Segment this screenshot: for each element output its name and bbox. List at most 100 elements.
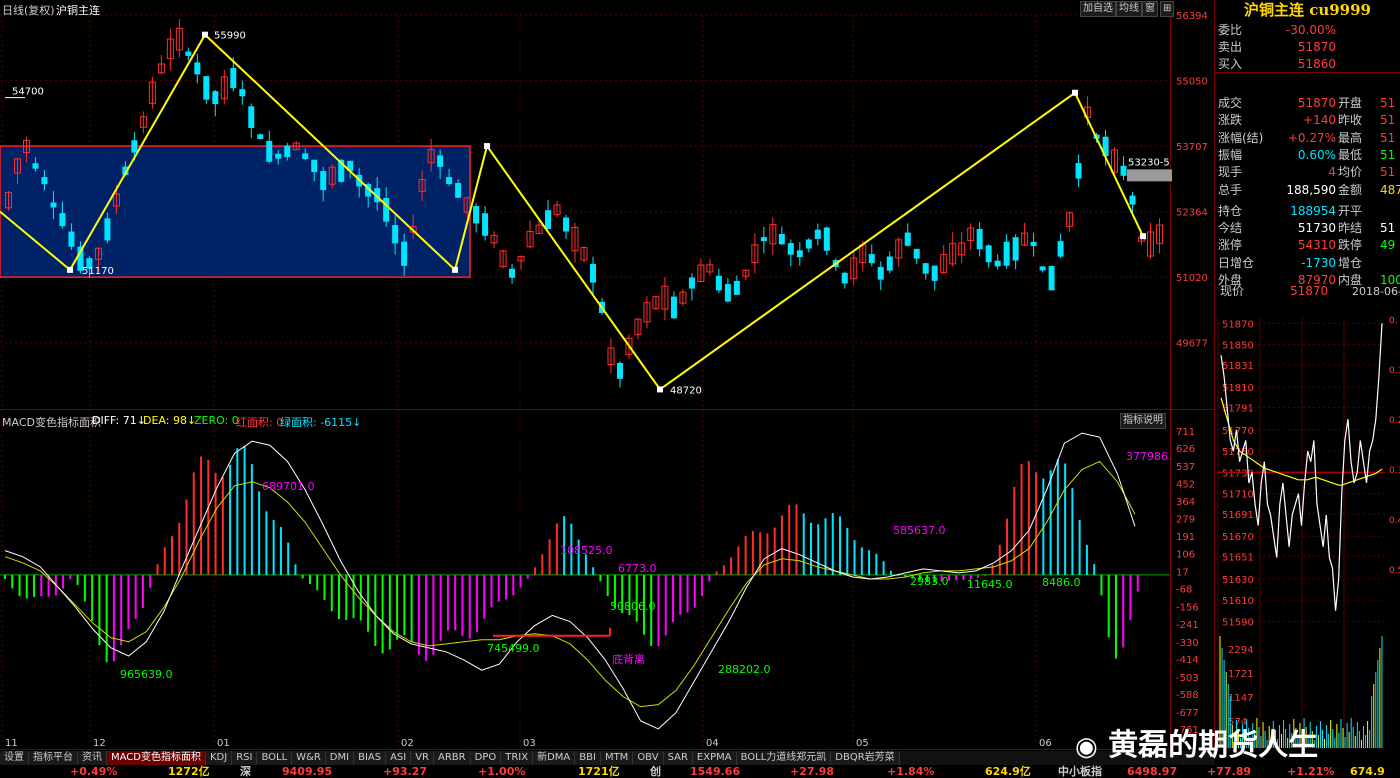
tab-indicator[interactable]: 新DMA xyxy=(533,751,576,765)
intraday-layer[interactable]: 5187051850518315181051791517705175051730… xyxy=(1217,316,1400,750)
tab-indicator[interactable]: VR xyxy=(411,751,435,765)
macd-layer[interactable]: 689701.0 965639.0 745499.0 108525.0 6773.0 50… xyxy=(0,432,1172,730)
macd-area-label: 6773.0 xyxy=(618,562,657,575)
tab-indicator[interactable]: 指标平台 xyxy=(29,751,78,765)
quote-label: 成交 xyxy=(1218,96,1243,110)
intraday-tick-label: 51850 xyxy=(1222,341,1254,352)
tab-indicator[interactable]: ASI xyxy=(386,751,412,765)
candle-body xyxy=(311,159,318,173)
candle-body xyxy=(455,182,462,198)
moving-average-button[interactable]: 均线 xyxy=(1116,1,1142,17)
ticker-item: 1272亿 xyxy=(168,765,210,778)
x-tick-label: 01 xyxy=(217,738,230,749)
current-price-label: 现价 xyxy=(1220,284,1245,298)
tab-indicator[interactable]: MTM xyxy=(600,751,634,765)
quote-label: 涨幅(结) xyxy=(1218,130,1264,145)
quote-label: 持仓 xyxy=(1218,203,1243,218)
candle-body xyxy=(563,217,570,232)
ticker-item: +1.00% xyxy=(478,765,526,778)
macd-tick-label: 191 xyxy=(1176,532,1195,543)
candle-body xyxy=(688,277,695,289)
candle-body xyxy=(32,163,39,169)
tab-indicator[interactable]: W&R xyxy=(292,751,326,765)
quote-value: 51730 xyxy=(1297,221,1336,236)
window-button[interactable]: 窗 xyxy=(1142,1,1158,17)
macd-area-label: 965639.0 xyxy=(120,668,173,681)
annotation-54700: 54700 xyxy=(12,87,44,98)
quote-row: 涨跌 +140 昨收 51 xyxy=(1218,112,1400,129)
macd-tick-label: 279 xyxy=(1176,514,1195,525)
tab-indicator[interactable]: BOLL力道线郑元凯 xyxy=(736,751,832,765)
pct-tick-label: 0.5 xyxy=(1389,566,1400,576)
candle-body xyxy=(994,260,1001,267)
tab-indicator[interactable]: TRIX xyxy=(501,751,534,765)
candle-body xyxy=(284,145,291,157)
zigzag-point xyxy=(202,31,208,38)
indicator-explain-button[interactable]: 指标说明 xyxy=(1120,413,1166,429)
tab-indicator[interactable]: BIAS xyxy=(354,751,387,765)
price-tick-label: 49677 xyxy=(1176,339,1208,350)
candle-body xyxy=(212,91,219,105)
annotation-53230: 53230-5 xyxy=(1128,157,1170,168)
price-axis: 56394 55050 53707 52364 51020 49677 xyxy=(1176,11,1208,350)
macd-tick-label: -156 xyxy=(1176,603,1199,614)
index-ticker: +0.49% 1272亿 深 9409.95 +93.27 +1.00% 1721亿 创 154… xyxy=(0,765,1400,778)
quote-separator xyxy=(1215,72,1400,73)
tab-indicator[interactable]: ARBR xyxy=(434,751,471,765)
intraday-tick-label: 51691 xyxy=(1222,510,1254,521)
candle-body xyxy=(230,68,237,89)
macd-tick-label: -330 xyxy=(1176,638,1199,649)
candle-body xyxy=(437,155,444,167)
candle-body xyxy=(545,210,552,230)
quote-value: 51 xyxy=(1380,130,1396,145)
candle-body xyxy=(877,266,884,280)
macd-tick-label: 17 xyxy=(1176,567,1189,578)
tab-indicator[interactable]: DMI xyxy=(325,751,355,765)
candle-body xyxy=(446,177,453,185)
macd-area-label: 2983.0 xyxy=(910,575,949,588)
macd-tick-label: -503 xyxy=(1176,673,1199,684)
macd-area-label: 689701.0 xyxy=(262,480,315,493)
annotation-55990: 55990 xyxy=(214,31,246,42)
ticker-item: 674.9 xyxy=(1350,765,1385,778)
zigzag-point xyxy=(67,266,73,273)
macd-area-label: 745499.0 xyxy=(487,642,540,655)
tab-indicator[interactable]: 设置 xyxy=(0,751,29,765)
tab-indicator[interactable]: 资讯 xyxy=(78,751,107,765)
macd-title[interactable]: MACD变色指标面积 xyxy=(2,414,101,430)
tab-indicator[interactable]: DPO xyxy=(470,751,502,765)
tab-indicator[interactable]: OBV xyxy=(633,751,664,765)
candle-body xyxy=(922,263,929,274)
tab-indicator[interactable]: SAR xyxy=(663,751,693,765)
candle-body xyxy=(473,206,480,224)
candle-body xyxy=(1129,195,1136,205)
quote-label: 最低 xyxy=(1338,147,1363,162)
tab-indicator[interactable]: DBQR岩芳菜 xyxy=(831,751,900,765)
separator-line xyxy=(0,409,1215,410)
x-axis: 11 12 01 02 03 04 05 06 xyxy=(5,738,1052,749)
layout-icon[interactable]: ⊞ xyxy=(1160,1,1175,17)
candle-body xyxy=(976,229,983,250)
weibo-watermark: ◉ 黄磊的期货人生 xyxy=(1075,720,1318,764)
tab-indicator[interactable]: KDJ xyxy=(205,751,233,765)
ticker-item: 中小板指 xyxy=(1058,765,1102,778)
intraday-tick-label: 51630 xyxy=(1222,575,1254,586)
tab-indicator[interactable]: RSI xyxy=(232,751,258,765)
ticker-item: +93.27 xyxy=(383,765,428,778)
tab-indicator[interactable]: BOLL xyxy=(257,751,293,765)
axis-border xyxy=(1170,0,1171,750)
quote-label: 涨停 xyxy=(1218,238,1243,253)
candle-body xyxy=(320,171,327,191)
period-label[interactable]: 日线(复权) xyxy=(2,2,55,18)
tab-indicator[interactable]: BBI xyxy=(575,751,601,765)
quote-label: 开盘 xyxy=(1338,96,1363,110)
x-tick-label: 06 xyxy=(1039,738,1052,749)
add-watchlist-button[interactable]: 加自选 xyxy=(1080,1,1116,17)
intraday-tick-label: 51710 xyxy=(1222,490,1254,501)
candle-body xyxy=(248,106,255,129)
macd-tick-label: -241 xyxy=(1176,620,1199,631)
intraday-tick-label: 51810 xyxy=(1222,383,1254,394)
tab-indicator[interactable]: MACD变色指标面积 xyxy=(107,751,206,765)
weibo-icon: ◉ xyxy=(1075,732,1098,762)
tab-indicator[interactable]: EXPMA xyxy=(692,751,737,765)
